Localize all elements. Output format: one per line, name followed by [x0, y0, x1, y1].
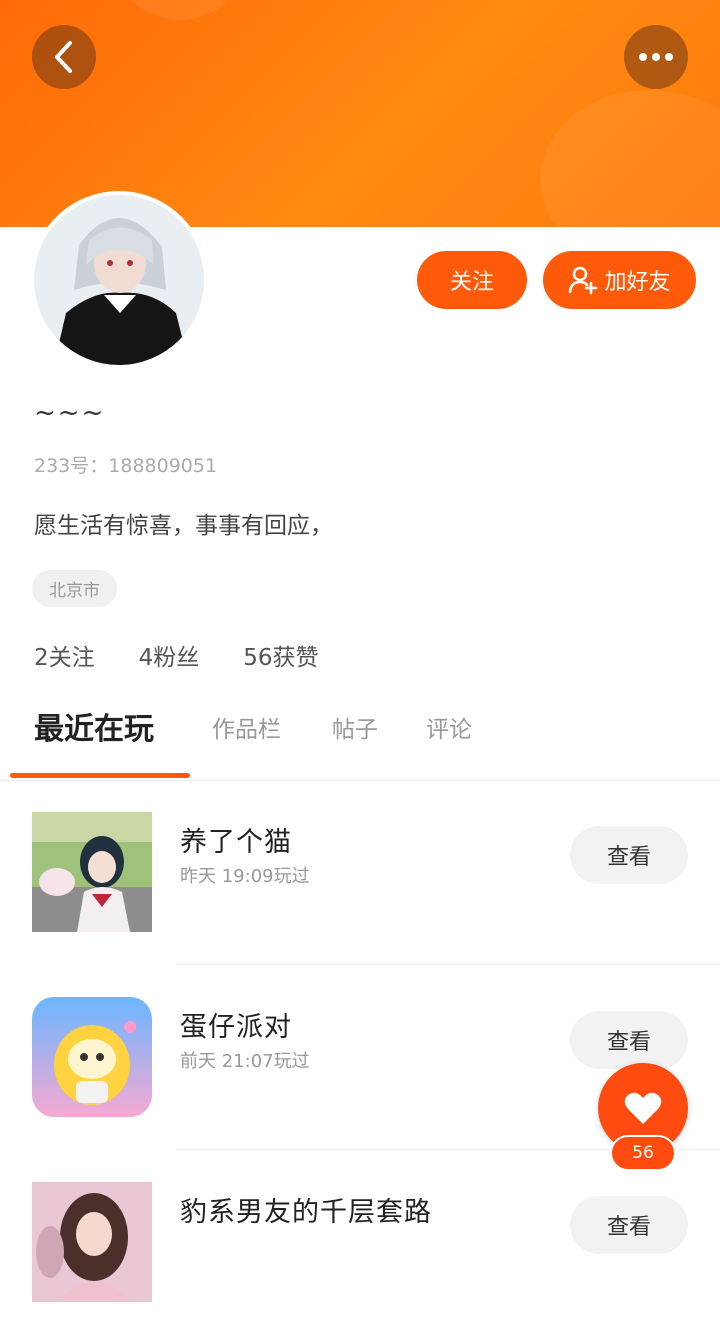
- follow-label: 关注: [449, 270, 494, 295]
- list-item[interactable]: 豹系男友的千层套路 查看: [0, 1150, 720, 1335]
- heart-icon: [624, 1092, 662, 1124]
- add-friend-label: 加好友: [604, 270, 671, 295]
- user-id: 233号：188809051: [34, 455, 218, 477]
- chevron-left-icon: [55, 41, 72, 73]
- like-count-badge: 56: [610, 1135, 676, 1171]
- stat-likes: 56获赞: [243, 645, 319, 671]
- active-tab-indicator: [10, 773, 190, 778]
- tab-comments[interactable]: 评论: [426, 710, 472, 744]
- banner-decoration: [540, 90, 720, 227]
- game-title: 豹系男友的千层套路: [180, 1197, 432, 1228]
- stat-followers[interactable]: 4粉丝: [139, 638, 200, 672]
- add-friend-button[interactable]: 加好友: [543, 251, 696, 309]
- last-played-time: 昨天 19:09玩过: [180, 866, 310, 887]
- list-item[interactable]: 养了个猫 昨天 19:09玩过 查看: [0, 780, 720, 965]
- avatar[interactable]: [34, 195, 204, 365]
- bio: 愿生活有惊喜，事事有回应，: [34, 513, 333, 539]
- profile-tabs: 最近在玩 作品栏 帖子 评论: [0, 710, 720, 781]
- back-button[interactable]: [32, 25, 96, 89]
- profile-stats: 2关注 4粉丝 56获赞: [34, 638, 319, 672]
- location-badge: 北京市: [32, 570, 117, 607]
- view-button-label: 查看: [606, 1215, 651, 1240]
- tab-posts[interactable]: 帖子: [332, 710, 378, 744]
- game-thumbnail[interactable]: [32, 997, 152, 1117]
- view-button-label: 查看: [606, 1030, 651, 1055]
- nickname: ~~~: [34, 398, 106, 428]
- stat-following[interactable]: 2关注: [34, 638, 95, 672]
- profile-banner: [0, 0, 720, 227]
- tab-recently-played[interactable]: 最近在玩: [34, 704, 154, 748]
- last-played-time: 前天 21:07玩过: [180, 1051, 310, 1072]
- view-button[interactable]: 查看: [570, 1011, 688, 1069]
- game-title: 蛋仔派对: [180, 1012, 292, 1043]
- more-dots-icon: [639, 53, 673, 61]
- view-button[interactable]: 查看: [570, 1196, 688, 1254]
- location-text: 北京市: [49, 581, 100, 601]
- view-button[interactable]: 查看: [570, 826, 688, 884]
- tab-works[interactable]: 作品栏: [212, 710, 281, 744]
- game-thumbnail[interactable]: [32, 1182, 152, 1302]
- game-thumbnail[interactable]: [32, 812, 152, 932]
- game-title: 养了个猫: [180, 827, 292, 858]
- add-user-icon: [569, 266, 598, 295]
- view-button-label: 查看: [606, 845, 651, 870]
- follow-button[interactable]: 关注: [417, 251, 527, 309]
- more-button[interactable]: [624, 25, 688, 89]
- banner-decoration: [110, 0, 250, 20]
